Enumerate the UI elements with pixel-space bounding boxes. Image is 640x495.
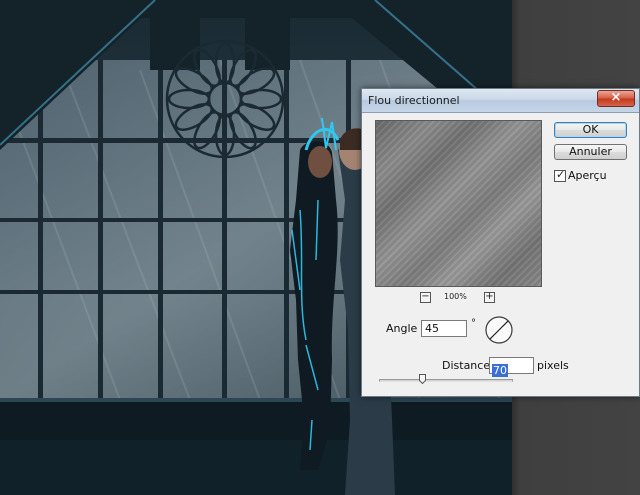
dialog-title: Flou directionnel [368, 94, 460, 107]
blur-preview[interactable] [375, 120, 542, 287]
distance-slider-track[interactable] [379, 379, 513, 382]
distance-value: 70 [492, 364, 508, 377]
checkmark-icon: ✓ [556, 168, 566, 181]
close-button[interactable]: × [597, 90, 635, 107]
angle-dial-icon[interactable] [484, 315, 514, 345]
dialog-titlebar[interactable]: Flou directionnel × [362, 89, 639, 113]
motion-blur-dialog: Flou directionnel × − 100% + OK Annuler … [361, 88, 640, 397]
distance-input[interactable]: 70 [489, 357, 534, 377]
preview-label: Aperçu [568, 169, 607, 182]
zoom-level: 100% [444, 292, 467, 301]
pixels-unit-label: pixels [537, 359, 569, 372]
close-icon: × [610, 90, 622, 105]
angle-label: Angle : [386, 322, 425, 335]
zoom-out-button[interactable]: − [420, 292, 431, 303]
distance-slider-thumb[interactable] [419, 374, 426, 384]
degree-symbol: ° [471, 318, 476, 329]
ok-button[interactable]: OK [554, 122, 627, 138]
zoom-in-button[interactable]: + [484, 292, 495, 303]
angle-input[interactable]: 45 [421, 320, 467, 337]
cancel-button[interactable]: Annuler [554, 144, 627, 160]
preview-checkbox[interactable]: ✓ [554, 168, 566, 182]
